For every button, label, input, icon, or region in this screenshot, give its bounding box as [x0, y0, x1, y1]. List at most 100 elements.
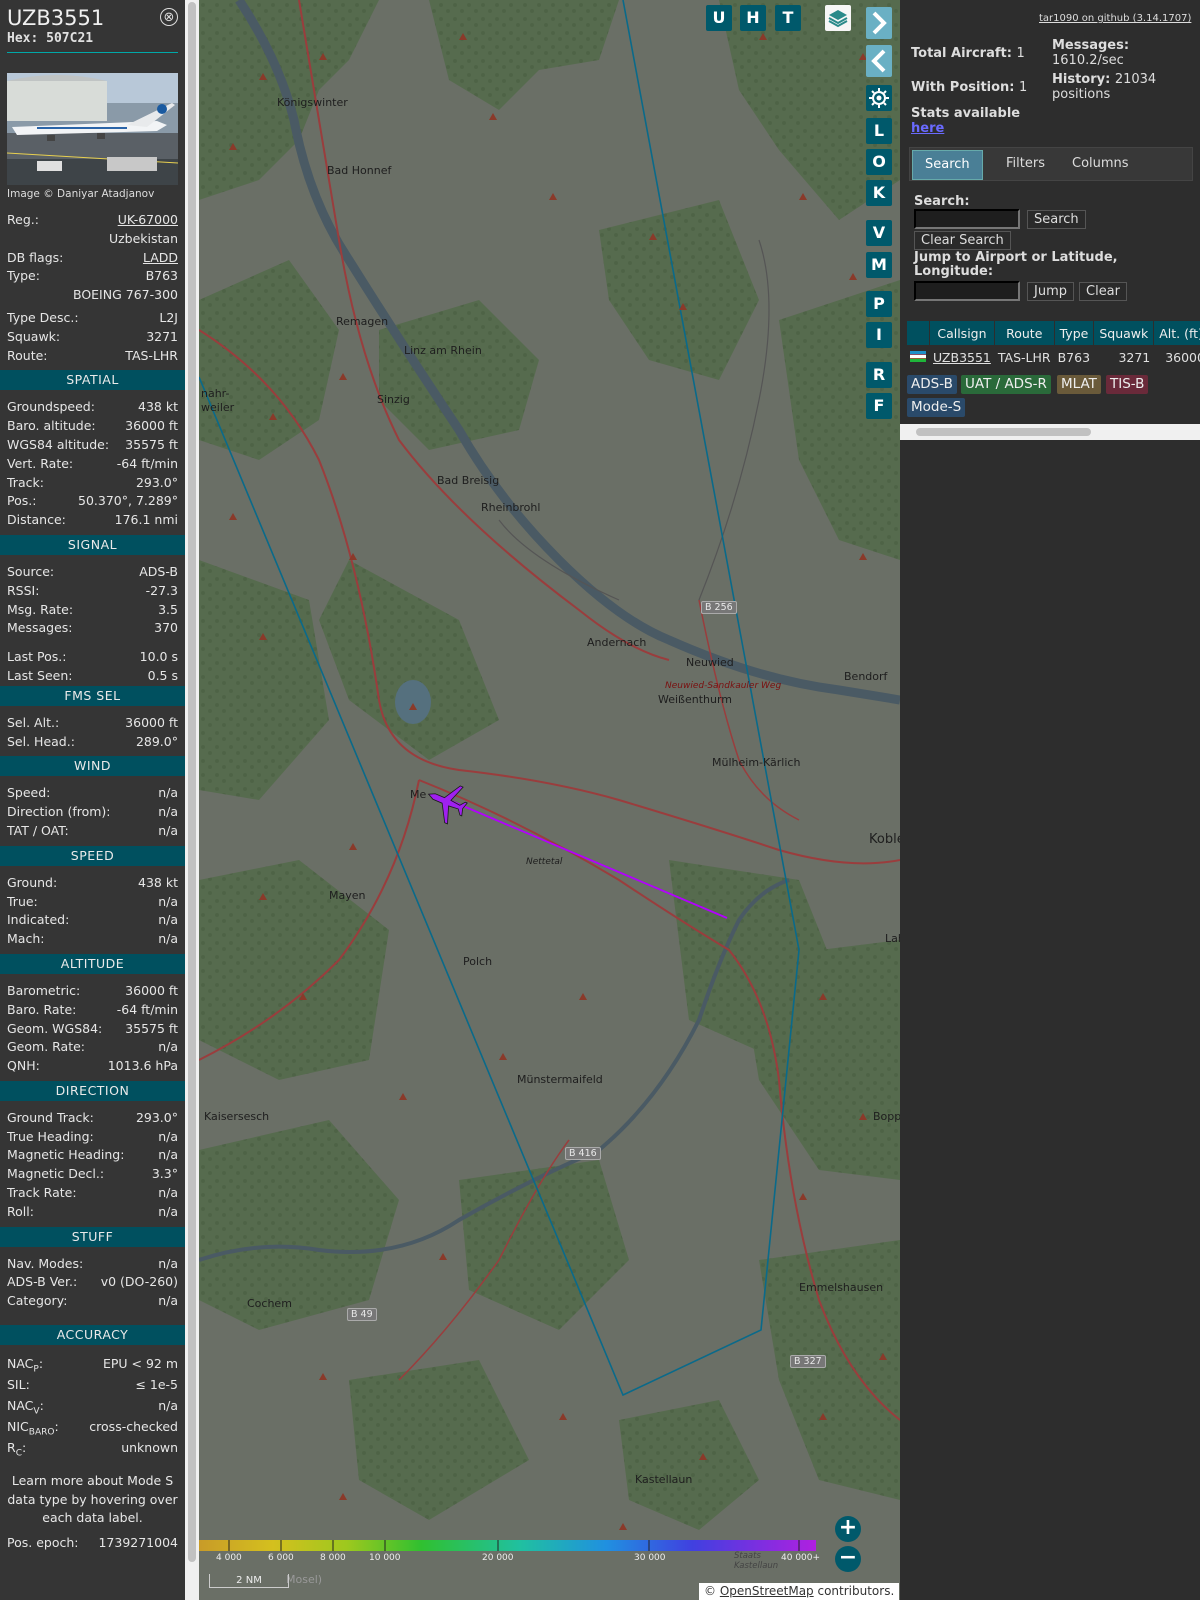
wind-label: Speed: — [7, 785, 51, 801]
toggle-l-button[interactable]: L — [866, 118, 892, 144]
squawk-value: 3271 — [146, 328, 178, 344]
clear-button[interactable]: Clear — [1079, 282, 1127, 301]
map-label: Mayen — [329, 889, 366, 902]
scale-tick-label: 6 000 — [268, 1553, 294, 1563]
nic-label: NICBARO: — [7, 1419, 59, 1438]
toggle-r-button[interactable]: R — [866, 362, 892, 388]
tab-columns[interactable]: Columns — [1060, 150, 1141, 178]
toggle-h-button[interactable]: H — [740, 5, 766, 31]
toggle-f-button[interactable]: F — [866, 393, 892, 419]
direction-row: True Heading: n/a — [0, 1128, 185, 1147]
expand-right-button[interactable] — [866, 7, 892, 39]
epoch-row: Pos. epoch: 1739271004 — [0, 1534, 185, 1553]
messages-label: Messages: — [1052, 38, 1130, 53]
spatial-label: Baro. altitude: — [7, 418, 96, 434]
nacp-row: NACP: EPU < 92 m — [0, 1353, 185, 1375]
section-stuff: STUFF — [0, 1226, 185, 1247]
rc-row: RC: unknown — [0, 1437, 185, 1459]
signal-value: 370 — [154, 620, 178, 636]
signal-row: Messages: 370 — [0, 619, 185, 638]
zoom-in-button[interactable]: + — [835, 1516, 861, 1542]
toggle-t-button[interactable]: T — [775, 5, 801, 31]
search-input[interactable] — [914, 209, 1020, 229]
column-header[interactable]: Route — [993, 320, 1055, 346]
flag-icon — [906, 345, 930, 369]
spatial-label: Track: — [7, 474, 44, 490]
sil-row: SIL: ≤ 1e-5 — [0, 1374, 185, 1395]
aircraft-photo[interactable] — [7, 73, 178, 185]
column-header[interactable]: Type — [1053, 320, 1095, 346]
toggle-m-button[interactable]: M — [866, 252, 892, 278]
section-altitude: ALTITUDE — [0, 953, 185, 974]
altitude-row: Barometric: 36000 ft — [0, 982, 185, 1001]
direction-value: n/a — [158, 1185, 178, 1201]
spatial-label: Groundspeed: — [7, 399, 95, 415]
spatial-label: Distance: — [7, 512, 66, 528]
table-row[interactable]: UZB3551 TAS-LHR B763 3271 36000 — [906, 345, 1200, 369]
altitude-value: 35575 ft — [125, 1020, 178, 1036]
chevron-right-icon — [872, 11, 887, 35]
jump-input[interactable] — [914, 281, 1020, 301]
toggle-p-button[interactable]: P — [866, 291, 892, 317]
map-label: Weißenthurm — [658, 693, 733, 706]
stats-link[interactable]: here — [911, 121, 944, 136]
scale-tick-label: 4 000 — [216, 1553, 242, 1563]
stuff-label: ADS-B Ver.: — [7, 1274, 78, 1290]
squawk-cell: 3271 — [1093, 345, 1155, 369]
column-header[interactable]: Alt. (ft) — [1153, 320, 1200, 346]
map-label: Bad Honnef — [327, 164, 392, 177]
jump-button[interactable]: Jump — [1027, 282, 1074, 301]
dbflags-link[interactable]: LADD — [143, 249, 178, 268]
section-signal: SIGNAL — [0, 534, 185, 555]
map-label: Bad Breisig — [437, 474, 500, 487]
table-header-row: Callsign Route Type Squawk Alt. (ft) — [906, 320, 1200, 346]
collapse-left-button[interactable] — [866, 45, 892, 77]
signal-label: Source: — [7, 563, 55, 579]
direction-value: 293.0° — [135, 1109, 178, 1125]
column-header[interactable]: Squawk — [1093, 320, 1155, 346]
tab-search[interactable]: Search — [912, 150, 983, 180]
signal-label: Msg. Rate: — [7, 601, 74, 617]
stuff-value: n/a — [158, 1293, 178, 1309]
spatial-value: 35575 ft — [125, 436, 178, 452]
toggle-o-button[interactable]: O — [866, 149, 892, 175]
legend-tisb: TIS-B — [1106, 375, 1149, 394]
close-icon[interactable]: ⊗ — [160, 8, 178, 26]
toggle-i-button[interactable]: I — [866, 322, 892, 348]
clear-search-button[interactable]: Clear Search — [914, 231, 1011, 250]
toggle-u-button[interactable]: U — [706, 5, 732, 31]
road-label: B 416 — [565, 1147, 601, 1160]
github-link[interactable]: tar1090 on github (3.14.1707) — [1039, 13, 1191, 24]
scrollbar-thumb[interactable] — [188, 2, 196, 1562]
info-panel-scrollbar[interactable] — [185, 0, 199, 1600]
scrollbar-thumb[interactable] — [916, 428, 1091, 436]
osm-link[interactable]: OpenStreetMap — [720, 1584, 814, 1598]
direction-row: Magnetic Heading: n/a — [0, 1146, 185, 1165]
toggle-k-button[interactable]: K — [866, 180, 892, 206]
flag-column-header[interactable] — [906, 320, 930, 346]
table-horizontal-scrollbar[interactable] — [900, 424, 1200, 440]
column-header[interactable]: Callsign — [929, 320, 995, 346]
tab-filters[interactable]: Filters — [994, 150, 1057, 178]
settings-button[interactable] — [866, 85, 892, 111]
type-row: Type: B763 — [0, 267, 185, 286]
map-label: Münstermaifeld — [517, 1073, 603, 1086]
map-label: Cochem — [247, 1297, 292, 1310]
divider — [7, 52, 178, 53]
map-label: Königswinter — [277, 96, 348, 109]
sil-value: ≤ 1e-5 — [135, 1377, 178, 1393]
direction-row: Ground Track: 293.0° — [0, 1109, 185, 1128]
callsign-cell[interactable]: UZB3551 — [929, 345, 995, 369]
reg-link[interactable]: UK-67000 — [118, 211, 178, 230]
layers-button[interactable] — [825, 5, 851, 31]
wind-value: n/a — [158, 785, 178, 801]
spatial-row: Track: 293.0° — [0, 474, 185, 493]
signal-value: 3.5 — [158, 601, 178, 617]
zoom-out-button[interactable]: − — [835, 1546, 861, 1572]
altitude-value: 36000 ft — [125, 982, 178, 998]
spatial-value: 36000 ft — [125, 418, 178, 434]
toggle-v-button[interactable]: V — [866, 220, 892, 246]
rc-value: unknown — [121, 1440, 178, 1456]
search-button[interactable]: Search — [1027, 210, 1086, 229]
map-view[interactable]: Königswinter Bad Honnef Remagen Linz am … — [199, 0, 900, 1600]
